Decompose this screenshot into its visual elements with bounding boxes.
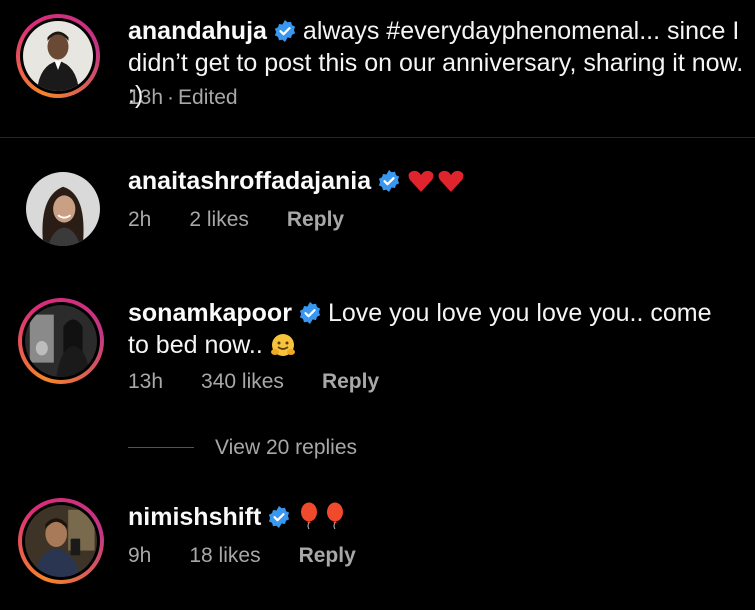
- commenter-avatar[interactable]: [18, 298, 104, 384]
- comment-body: sonamkapoor Love you love you love you.. …: [128, 297, 738, 366]
- comment-meta: 13h 340 likes Reply: [128, 370, 417, 394]
- comment-likes[interactable]: 18 likes: [189, 544, 260, 567]
- edited-label: Edited: [178, 86, 238, 109]
- meta-separator: ·: [167, 86, 175, 109]
- commenter-username[interactable]: sonamkapoor: [128, 299, 292, 327]
- reply-button[interactable]: Reply: [299, 544, 356, 567]
- post-author-username[interactable]: anandahuja: [128, 17, 267, 45]
- comment-body: nimishshift: [128, 501, 748, 538]
- verified-badge-icon: [299, 302, 321, 324]
- person-photo-icon: [26, 172, 100, 246]
- comment-likes[interactable]: 340 likes: [201, 370, 284, 393]
- balloons-emoji-icon: [297, 502, 349, 538]
- comment-body: anaitashroffadajania: [128, 165, 748, 202]
- verified-badge-icon: [274, 20, 296, 42]
- reply-button[interactable]: Reply: [287, 208, 344, 231]
- hugging-face-emoji-icon: [270, 332, 296, 366]
- post-meta: 13h · Edited: [128, 86, 276, 110]
- person-photo-icon: [25, 305, 97, 377]
- comment-meta: 9h 18 likes Reply: [128, 544, 394, 568]
- verified-badge-icon: [379, 170, 400, 192]
- comment-meta: 2h 2 likes Reply: [128, 208, 382, 232]
- red-hearts-emoji-icon: [407, 168, 467, 202]
- commenter-avatar[interactable]: [18, 498, 104, 584]
- person-photo-icon: [25, 505, 97, 577]
- comment-time: 13h: [128, 370, 164, 393]
- reply-button[interactable]: Reply: [322, 370, 379, 393]
- commenter-username[interactable]: anaitashroffadajania: [128, 167, 371, 195]
- verified-badge-icon: [269, 506, 290, 528]
- person-photo-icon: [23, 21, 93, 91]
- view-replies-line: [128, 447, 194, 448]
- view-replies-button[interactable]: View 20 replies: [215, 436, 357, 460]
- caption-divider: [0, 137, 755, 138]
- comment-likes[interactable]: 2 likes: [189, 208, 249, 231]
- comment-time: 2h: [128, 208, 152, 231]
- comment-time: 9h: [128, 544, 152, 567]
- post-time: 13h: [128, 86, 164, 109]
- commenter-avatar[interactable]: [26, 172, 100, 246]
- post-author-avatar[interactable]: [16, 14, 100, 98]
- commenter-username[interactable]: nimishshift: [128, 503, 261, 531]
